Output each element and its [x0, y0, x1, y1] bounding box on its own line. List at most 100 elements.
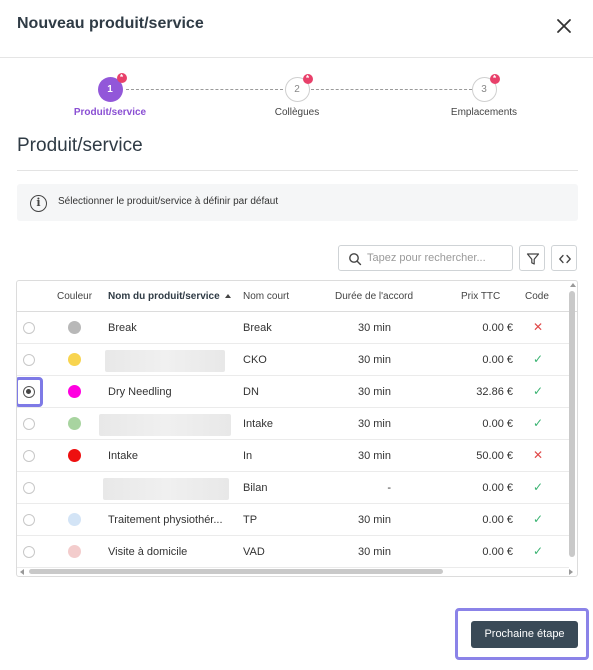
short-name: DN	[243, 386, 259, 398]
code-status-icon: ✓	[533, 512, 544, 526]
table-row[interactable]: Dry Needling DN 30 min 32.86 € ✓	[17, 376, 569, 408]
horizontal-scrollbar[interactable]	[29, 569, 443, 574]
search-box[interactable]	[338, 245, 513, 271]
code-status-icon: ✓	[533, 480, 544, 494]
scroll-right-arrow-icon[interactable]	[569, 569, 573, 575]
table-row[interactable]: Visite à domicile VAD 30 min 0.00 € ✓	[17, 536, 569, 568]
default-radio[interactable]	[23, 418, 35, 430]
section-title: Produit/service	[17, 135, 143, 156]
price: 0.00 €	[482, 514, 513, 526]
step-number-badge: 2 *	[284, 74, 313, 102]
price: 0.00 €	[482, 354, 513, 366]
required-marker: *	[116, 73, 127, 83]
section-divider	[17, 170, 578, 171]
short-name: Bilan	[243, 482, 268, 494]
code-status-icon: ✕	[533, 320, 544, 334]
scroll-up-arrow-icon[interactable]	[570, 283, 576, 287]
product-name: Traitement physiothér...	[108, 514, 223, 526]
color-swatch	[68, 417, 81, 430]
search-input[interactable]	[367, 249, 507, 267]
code-status-icon: ✕	[533, 448, 544, 462]
duration: 30 min	[357, 546, 391, 558]
color-swatch	[68, 449, 81, 462]
color-swatch	[68, 321, 81, 334]
table-row[interactable]: Intake 30 min 0.00 € ✓	[17, 408, 569, 440]
price: 0.00 €	[482, 322, 513, 334]
stepper: 1 * Produit/service 2 * Collègues 3 * Em…	[0, 73, 593, 125]
default-radio[interactable]	[23, 546, 35, 558]
color-swatch	[68, 545, 81, 558]
products-table: Couleur Nom du produit/service Nom court…	[16, 280, 578, 577]
info-text: Sélectionner le produit/service à défini…	[58, 196, 279, 207]
redacted-name	[105, 350, 225, 372]
price: 0.00 €	[482, 482, 513, 494]
default-radio[interactable]	[23, 514, 35, 526]
short-name: TP	[243, 514, 258, 526]
next-step-button[interactable]: Prochaine étape	[471, 621, 578, 648]
redacted-name	[103, 478, 229, 500]
vertical-scrollbar[interactable]	[569, 291, 575, 557]
step-emplacements[interactable]: 3 * Emplacements	[419, 74, 549, 118]
close-icon[interactable]	[553, 15, 575, 37]
code-status-icon: ✓	[533, 544, 544, 558]
product-name: Break	[108, 322, 137, 334]
column-header-short-name[interactable]: Nom court	[243, 291, 289, 302]
step-produit-service[interactable]: 1 * Produit/service	[45, 73, 175, 118]
duration: 30 min	[357, 418, 391, 430]
dialog-title: Nouveau produit/service	[17, 15, 204, 32]
column-header-code[interactable]: Code	[525, 291, 549, 302]
step-number-badge: 1 *	[97, 73, 127, 102]
search-icon	[349, 253, 362, 266]
default-radio[interactable]	[23, 322, 35, 334]
price: 0.00 €	[482, 418, 513, 430]
scroll-left-arrow-icon[interactable]	[20, 569, 24, 575]
step-label: Emplacements	[450, 107, 518, 118]
table-row[interactable]: Break Break 30 min 0.00 € ✕	[17, 312, 569, 344]
short-name: Break	[243, 322, 272, 334]
next-button-highlight: Prochaine étape	[455, 608, 589, 660]
default-radio[interactable]	[23, 354, 35, 366]
redacted-name	[99, 414, 231, 436]
column-header-name[interactable]: Nom du produit/service	[108, 291, 231, 302]
duration: 30 min	[357, 322, 391, 334]
short-name: VAD	[243, 546, 265, 558]
code-icon	[559, 254, 571, 264]
column-header-duration[interactable]: Durée de l'accord	[335, 291, 413, 302]
column-header-price[interactable]: Prix TTC	[461, 291, 500, 302]
filter-button[interactable]	[519, 245, 545, 271]
color-swatch	[68, 353, 81, 366]
price: 0.00 €	[482, 546, 513, 558]
product-name: Intake	[108, 450, 138, 462]
duration: 30 min	[357, 450, 391, 462]
table-row[interactable]: Bilan - 0.00 € ✓	[17, 472, 569, 504]
duration: -	[387, 482, 391, 494]
product-name: Visite à domicile	[108, 546, 188, 558]
dialog-header: Nouveau produit/service	[0, 0, 593, 58]
required-marker: *	[489, 74, 500, 84]
table-row[interactable]: CKO 30 min 0.00 € ✓	[17, 344, 569, 376]
default-radio[interactable]	[23, 450, 35, 462]
color-swatch	[68, 385, 81, 398]
sort-ascending-icon	[224, 294, 231, 298]
color-swatch	[68, 513, 81, 526]
required-marker: *	[302, 74, 313, 84]
table-row[interactable]: Intake In 30 min 50.00 € ✕	[17, 440, 569, 472]
info-banner: i Sélectionner le produit/service à défi…	[17, 184, 578, 221]
table-row[interactable]: Traitement physiothér... TP 30 min 0.00 € ✓	[17, 504, 569, 536]
product-name: Dry Needling	[108, 386, 172, 398]
short-name: Intake	[243, 418, 273, 430]
short-name: CKO	[243, 354, 267, 366]
step-label: Collègues	[274, 107, 320, 118]
step-number-badge: 3 *	[471, 74, 500, 102]
expand-columns-button[interactable]	[551, 245, 577, 271]
default-radio[interactable]	[23, 482, 35, 494]
filter-icon	[526, 253, 540, 265]
duration: 30 min	[357, 514, 391, 526]
duration: 30 min	[357, 354, 391, 366]
default-radio[interactable]	[23, 386, 35, 398]
step-label: Produit/service	[73, 107, 147, 118]
step-collegues[interactable]: 2 * Collègues	[232, 74, 362, 118]
column-header-color[interactable]: Couleur	[57, 291, 92, 302]
price: 32.86 €	[476, 386, 513, 398]
code-status-icon: ✓	[533, 416, 544, 430]
